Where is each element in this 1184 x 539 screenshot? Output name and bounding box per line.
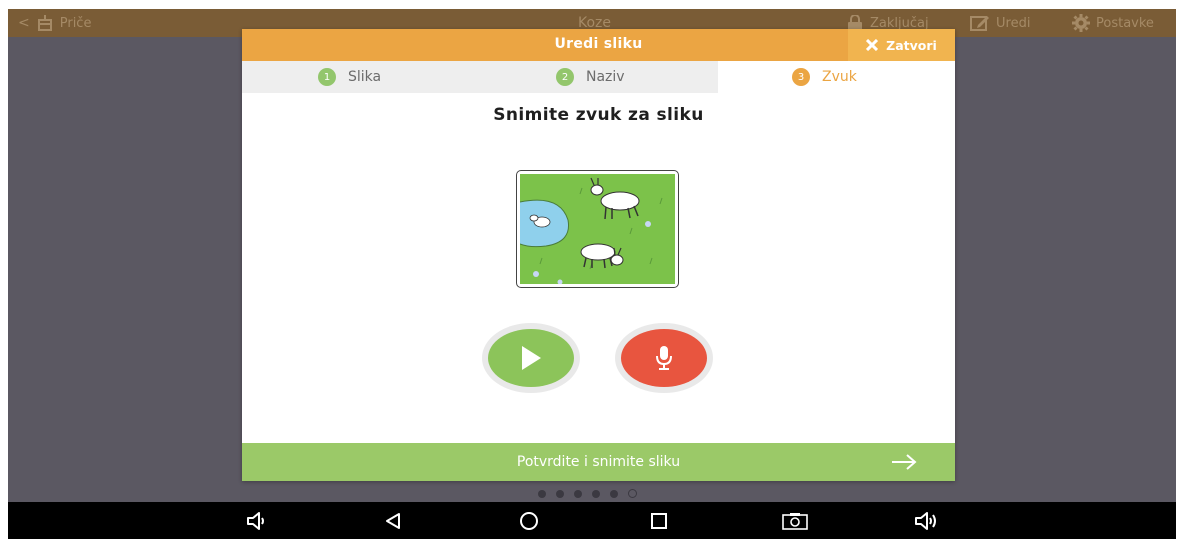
back-label: Priče (59, 15, 92, 31)
confirm-button[interactable]: Potvrdite i snimite sliku (242, 443, 955, 481)
play-button-face (488, 329, 574, 387)
record-button[interactable] (615, 323, 713, 393)
home-icon (520, 512, 538, 530)
back-icon (386, 513, 400, 529)
arrow-right-icon (892, 454, 917, 470)
tab-label: Naziv (586, 69, 625, 85)
volume-up-button[interactable] (914, 510, 940, 532)
screenshot-button[interactable] (782, 510, 808, 532)
page-indicator (538, 489, 637, 498)
back-button[interactable]: < Priče (18, 14, 91, 32)
edit-label: Uredi (996, 15, 1031, 31)
step-number: 3 (792, 68, 810, 86)
back-chevron-icon: < (18, 15, 30, 31)
settings-button[interactable]: Postavke (1072, 14, 1154, 32)
recents-nav-button[interactable] (646, 510, 672, 532)
page-dot[interactable] (592, 489, 600, 498)
back-nav-button[interactable] (380, 510, 406, 532)
tab-name[interactable]: 2 Naziv (480, 61, 718, 93)
gear-icon (1072, 14, 1090, 32)
story-icon (37, 15, 52, 31)
volume-down-icon (247, 512, 264, 530)
tab-sound[interactable]: 3 Zvuk (718, 61, 955, 93)
page-dot[interactable] (556, 489, 564, 498)
dialog-heading: Snimite zvuk za sliku (493, 105, 704, 125)
edit-icon (970, 16, 989, 31)
volume-up-icon (915, 512, 936, 530)
step-number: 1 (318, 68, 336, 86)
picture-thumbnail (516, 170, 679, 288)
edit-button[interactable]: Uredi (970, 14, 1030, 32)
screenshot-icon (782, 513, 808, 530)
microphone-icon (656, 346, 672, 370)
volume-down-button[interactable] (244, 510, 270, 532)
settings-label: Postavke (1096, 15, 1154, 31)
goats-illustration (520, 174, 675, 284)
tab-picture[interactable]: 1 Slika (242, 61, 480, 93)
dialog-header: Uredi sliku Zatvori (242, 29, 955, 61)
home-nav-button[interactable] (516, 510, 542, 532)
close-label: Zatvori (886, 37, 937, 53)
confirm-label: Potvrdite i snimite sliku (516, 454, 681, 470)
play-icon (522, 346, 541, 370)
close-button[interactable]: Zatvori (848, 29, 955, 61)
step-tabs: 1 Slika 2 Naziv 3 Zvuk (242, 61, 955, 93)
record-button-face (621, 329, 707, 387)
step-number: 2 (556, 68, 574, 86)
system-nav-bar (8, 502, 1176, 539)
recents-icon (651, 513, 667, 529)
close-icon (866, 39, 879, 51)
play-button[interactable] (482, 323, 580, 393)
page-dot[interactable] (610, 489, 618, 498)
tab-label: Zvuk (822, 69, 857, 85)
edit-picture-dialog: Uredi sliku Zatvori 1 Slika 2 Naziv 3 Zv… (242, 29, 955, 481)
page-dot[interactable] (574, 489, 582, 498)
tab-label: Slika (348, 69, 382, 85)
page-dot[interactable] (538, 489, 546, 498)
page-dot-active[interactable] (628, 489, 637, 498)
